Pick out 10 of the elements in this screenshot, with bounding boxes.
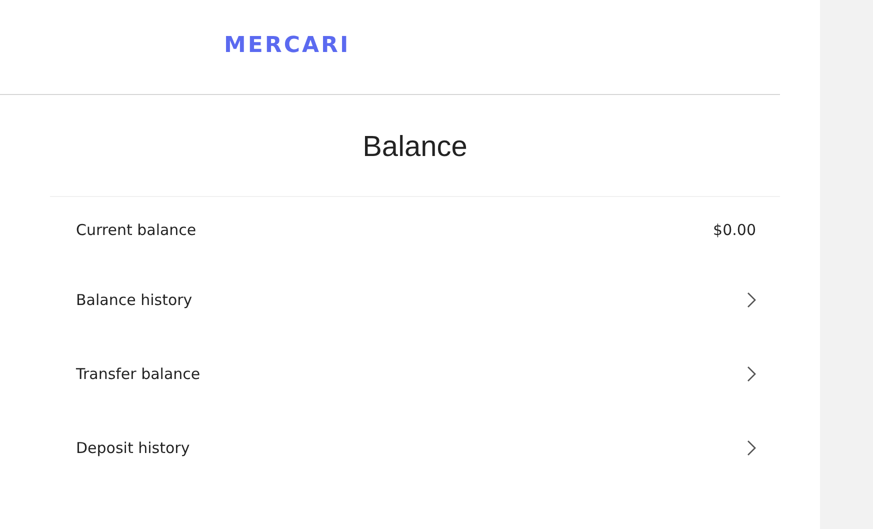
menu-row[interactable]: Transfer balance: [50, 337, 780, 411]
page-title: Balance: [50, 95, 780, 197]
chevron-icon: [747, 366, 756, 382]
row-label: Current balance: [76, 221, 196, 239]
menu-row[interactable]: Balance history: [50, 263, 780, 337]
chevron-icon: [747, 440, 756, 456]
balance-amount: $0.00: [713, 221, 756, 239]
menu-row[interactable]: Deposit history: [50, 411, 780, 485]
logo[interactable]: MERCARI: [224, 32, 350, 58]
chevron-icon: [747, 292, 756, 308]
